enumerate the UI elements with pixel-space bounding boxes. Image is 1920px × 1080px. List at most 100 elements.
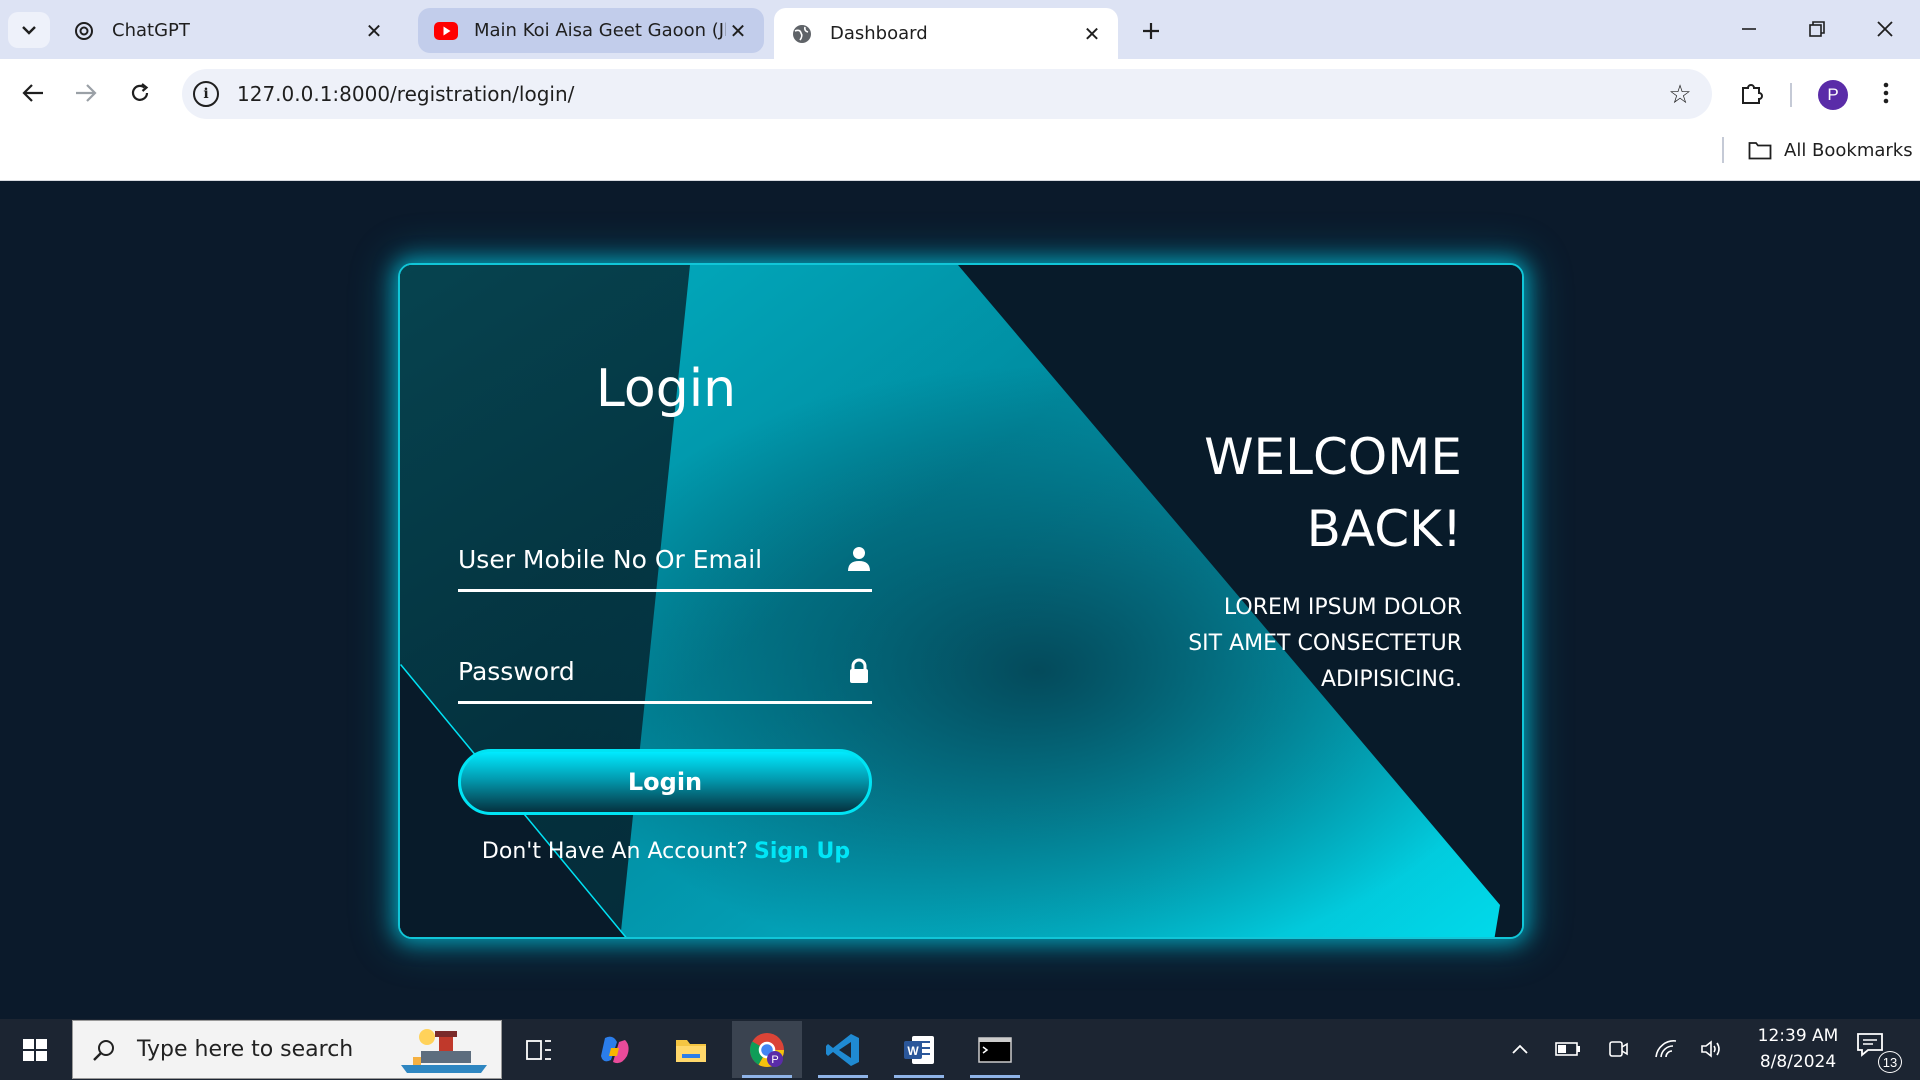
folder-icon	[1748, 142, 1772, 160]
globe-icon	[790, 22, 814, 46]
arrow-right-icon	[76, 84, 97, 102]
battery-tray[interactable]	[1552, 1033, 1584, 1065]
search-highlight-illustration	[401, 1029, 487, 1073]
tab-chatgpt[interactable]: ChatGPT ✕	[56, 8, 400, 53]
taskbar-app[interactable]: W	[884, 1021, 954, 1078]
svg-text:P: P	[771, 1054, 778, 1066]
close-window-button[interactable]	[1854, 8, 1916, 50]
search-icon	[93, 1039, 114, 1061]
taskbar-app[interactable]	[504, 1021, 574, 1078]
word-icon: W	[904, 1035, 934, 1064]
welcome-line-2: BACK!	[1306, 500, 1462, 558]
username-field[interactable]: User Mobile No Or Email	[458, 533, 872, 592]
username-field-label: User Mobile No Or Email	[458, 545, 763, 574]
arrow-left-icon	[22, 84, 43, 102]
active-indicator	[742, 1075, 792, 1078]
login-title: Login	[595, 359, 737, 419]
taskbar-app[interactable]	[960, 1021, 1030, 1078]
close-tab-icon[interactable]: ✕	[1080, 22, 1104, 46]
search-placeholder: Type here to search	[137, 1037, 354, 1062]
address-bar[interactable]: i 127.0.0.1:8000/registration/login/ ☆	[182, 69, 1712, 119]
minimize-button[interactable]	[1718, 8, 1780, 50]
restore-icon	[1809, 21, 1825, 37]
user-icon	[848, 547, 870, 571]
plus-icon	[1143, 23, 1159, 39]
taskbar-search-box[interactable]: Type here to search	[72, 1020, 502, 1079]
windows-start-icon[interactable]	[12, 1031, 58, 1069]
taskbar-app[interactable]	[808, 1021, 878, 1078]
notification-count-badge: 13	[1878, 1051, 1902, 1073]
chevron-down-icon	[22, 26, 36, 35]
taskbar-app[interactable]	[580, 1021, 650, 1078]
battery-icon	[1555, 1042, 1580, 1056]
extensions-button[interactable]	[1734, 75, 1770, 111]
clock-time: 12:39 AM	[1757, 1026, 1839, 1046]
subtext-line-1: LOREM IPSUM DOLOR	[1223, 595, 1462, 620]
kebab-menu-icon	[1883, 82, 1889, 104]
meet-now-icon	[1609, 1041, 1628, 1057]
svg-text:W: W	[907, 1044, 919, 1058]
signup-prompt: Don't Have An Account?	[481, 839, 748, 864]
copilot-icon	[601, 1036, 629, 1063]
profile-avatar[interactable]: P	[1818, 80, 1848, 110]
toolbar-divider	[1790, 83, 1792, 107]
tab-title: ChatGPT	[112, 20, 190, 41]
network-tray[interactable]	[1650, 1033, 1682, 1065]
reload-button[interactable]	[122, 75, 158, 111]
chatgpt-icon	[72, 19, 96, 43]
more-menu-button[interactable]	[1872, 75, 1900, 111]
subtext-line-2: SIT AMET CONSECTETUR	[1188, 631, 1462, 656]
taskbar-clock[interactable]: 12:39 AM 8/8/2024	[1738, 1023, 1858, 1075]
page-background: Login User Mobile No Or Email Password L…	[0, 181, 1920, 1019]
close-icon	[1877, 21, 1893, 37]
site-info-icon[interactable]: i	[193, 81, 219, 107]
forward-button[interactable]	[68, 75, 104, 111]
back-button[interactable]	[15, 75, 51, 111]
url-text[interactable]: 127.0.0.1:8000/registration/login/	[237, 82, 1662, 106]
bookmarks-divider	[1722, 137, 1724, 163]
minimize-icon	[1742, 28, 1756, 30]
terminal-icon	[978, 1036, 1012, 1063]
clock-date: 8/8/2024	[1759, 1052, 1837, 1072]
signup-link[interactable]: Sign Up	[754, 839, 850, 864]
notification-center-button[interactable]: 13	[1856, 1031, 1902, 1073]
all-bookmarks-button[interactable]: All Bookmarks	[1748, 135, 1913, 165]
new-tab-button[interactable]	[1134, 14, 1168, 48]
bookmarks-bar: All Bookmarks	[0, 125, 1920, 181]
tab-bar: ChatGPT ✕ Main Koi Aisa Geet Gaoon (Jha …	[0, 0, 1920, 59]
puzzle-icon	[1742, 84, 1763, 104]
show-hidden-icons-button[interactable]	[1506, 1033, 1534, 1065]
taskbar-app[interactable]: P	[732, 1021, 802, 1078]
browser-toolbar: i 127.0.0.1:8000/registration/login/ ☆ P	[0, 59, 1920, 125]
welcome-line-1: WELCOME	[1204, 428, 1462, 486]
password-field[interactable]: Password	[458, 645, 872, 704]
bookmark-star-icon[interactable]: ☆	[1662, 76, 1698, 112]
youtube-icon	[434, 19, 458, 43]
login-button[interactable]: Login	[458, 749, 872, 815]
taskbar-app[interactable]	[656, 1021, 726, 1078]
lock-icon	[850, 658, 868, 683]
task-view-icon	[526, 1039, 551, 1060]
chevron-up-icon	[1512, 1044, 1528, 1054]
signup-row: Don't Have An Account? Sign Up	[400, 839, 932, 864]
reload-icon	[131, 83, 149, 101]
close-tab-icon[interactable]: ✕	[362, 19, 386, 43]
tab-youtube[interactable]: Main Koi Aisa Geet Gaoon (Jha ✕	[418, 8, 764, 53]
close-tab-icon[interactable]: ✕	[726, 19, 750, 43]
welcome-subtext: LOREM IPSUM DOLOR SIT AMET CONSECTETUR A…	[1102, 590, 1462, 698]
tab-dashboard[interactable]: Dashboard ✕	[774, 8, 1118, 59]
wifi-icon	[1655, 1040, 1677, 1058]
welcome-heading: WELCOME BACK!	[1102, 421, 1462, 565]
tab-search-button[interactable]	[8, 12, 50, 48]
camera-tray[interactable]	[1602, 1033, 1634, 1065]
running-indicator	[818, 1075, 868, 1078]
file-explorer-icon	[676, 1039, 706, 1062]
vscode-icon	[826, 1033, 859, 1066]
volume-icon	[1701, 1040, 1720, 1058]
restore-button[interactable]	[1786, 8, 1848, 50]
tab-title: Dashboard	[830, 23, 928, 44]
all-bookmarks-label: All Bookmarks	[1784, 139, 1913, 161]
volume-tray[interactable]	[1696, 1033, 1728, 1065]
login-card: Login User Mobile No Or Email Password L…	[398, 263, 1524, 939]
subtext-line-3: ADIPISICING.	[1320, 667, 1462, 692]
